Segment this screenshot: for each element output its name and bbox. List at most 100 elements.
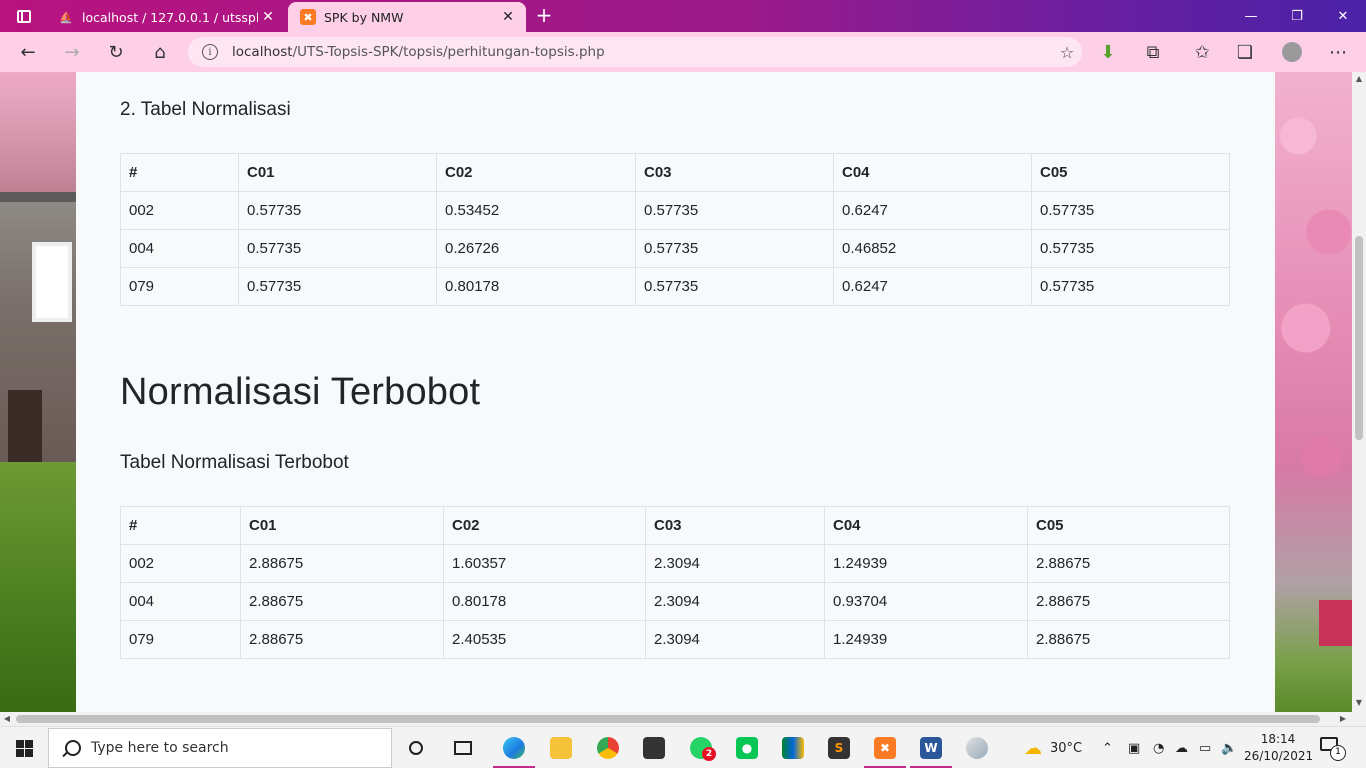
tray-network[interactable]: ◔ bbox=[1153, 727, 1164, 768]
table-cell: 0.57735 bbox=[1031, 191, 1230, 230]
tray-meet-now[interactable]: ▣ bbox=[1128, 727, 1140, 768]
scroll-left-arrow[interactable]: ◀ bbox=[0, 712, 14, 726]
scroll-up-arrow[interactable]: ▲ bbox=[1352, 74, 1366, 86]
meet-icon bbox=[782, 737, 804, 759]
address-bar[interactable]: i localhost/UTS-Topsis-SPK/topsis/perhit… bbox=[188, 37, 1082, 67]
table-cell: 0.57735 bbox=[635, 267, 834, 306]
taskbar-line[interactable]: ● bbox=[724, 727, 770, 768]
close-window-button[interactable]: ✕ bbox=[1320, 0, 1366, 32]
forward-button[interactable]: → bbox=[56, 38, 88, 66]
taskbar-meet[interactable] bbox=[770, 727, 816, 768]
page-viewport: 2. Tabel Normalisasi # C01 C02 C03 C04 C… bbox=[0, 72, 1352, 712]
column-header: C04 bbox=[833, 153, 1032, 192]
column-header: # bbox=[120, 506, 241, 545]
url-text[interactable]: localhost/UTS-Topsis-SPK/topsis/perhitun… bbox=[232, 44, 1052, 60]
house-window bbox=[32, 242, 72, 322]
column-header: C04 bbox=[824, 506, 1028, 545]
normalisasi-table: # C01 C02 C03 C04 C05 002 0.57735 0.5345… bbox=[120, 153, 1230, 306]
vertical-scrollbar[interactable]: ▲ ▼ bbox=[1352, 72, 1366, 712]
show-hidden-icons[interactable]: ⌃ bbox=[1102, 727, 1113, 768]
tray-battery[interactable]: ▭ bbox=[1199, 727, 1211, 768]
home-button[interactable]: ⌂ bbox=[144, 38, 176, 66]
cortana-icon bbox=[409, 741, 423, 755]
extensions-icon[interactable]: ⧉ bbox=[1137, 38, 1169, 66]
taskbar-store[interactable] bbox=[631, 727, 677, 768]
notification-count-badge: 1 bbox=[1330, 745, 1346, 761]
notification-center-button[interactable]: 1 bbox=[1320, 737, 1346, 761]
tab-spk[interactable]: ✖ SPK by NMW ✕ bbox=[288, 2, 526, 32]
taskbar-sublime[interactable]: S bbox=[816, 727, 862, 768]
tab-close-icon[interactable]: ✕ bbox=[498, 9, 518, 25]
table-cell: 2.88675 bbox=[1027, 620, 1230, 659]
weather-widget[interactable]: ☁ 30°C bbox=[1024, 727, 1082, 768]
vertical-scroll-thumb[interactable] bbox=[1355, 236, 1363, 440]
tab-phpmyadmin[interactable]: ⛵ localhost / 127.0.0.1 / utsspktopsis ✕ bbox=[46, 2, 286, 32]
table-cell: 2.88675 bbox=[240, 620, 444, 659]
xampp-icon: ✖ bbox=[874, 737, 896, 759]
taskbar-edge[interactable] bbox=[491, 727, 537, 768]
search-icon bbox=[65, 740, 81, 756]
terbobot-table: # C01 C02 C03 C04 C05 002 2.88675 1.6035… bbox=[120, 506, 1230, 659]
table-cell: 0.57735 bbox=[238, 191, 437, 230]
terbobot-heading: Tabel Normalisasi Terbobot bbox=[120, 452, 349, 473]
column-header: # bbox=[120, 153, 239, 192]
horizontal-scroll-thumb[interactable] bbox=[16, 715, 1320, 723]
tray-volume[interactable]: 🔈 bbox=[1221, 727, 1237, 768]
table-cell: 2.88675 bbox=[240, 582, 444, 621]
edge-icon bbox=[503, 737, 525, 759]
phpmyadmin-icon: ⛵ bbox=[59, 10, 73, 24]
tab-actions-button[interactable] bbox=[8, 4, 40, 28]
table-cell: 2.88675 bbox=[240, 544, 444, 583]
scroll-down-arrow[interactable]: ▼ bbox=[1352, 698, 1366, 710]
column-header: C01 bbox=[238, 153, 437, 192]
word-icon: W bbox=[920, 737, 942, 759]
column-header: C02 bbox=[443, 506, 646, 545]
main-content: 2. Tabel Normalisasi # C01 C02 C03 C04 C… bbox=[76, 72, 1275, 712]
collections-icon[interactable]: ❏ bbox=[1229, 38, 1261, 66]
widgets-button[interactable] bbox=[440, 727, 486, 768]
table-header-row: # C01 C02 C03 C04 C05 bbox=[120, 153, 1230, 192]
task-view-button[interactable] bbox=[393, 727, 439, 768]
clock-date: 26/10/2021 bbox=[1244, 749, 1314, 763]
search-placeholder: Type here to search bbox=[91, 740, 229, 756]
back-button[interactable]: ← bbox=[12, 38, 44, 66]
table-cell: 0.57735 bbox=[635, 191, 834, 230]
taskbar-search-box[interactable]: Type here to search bbox=[48, 728, 392, 768]
taskbar-file-explorer[interactable] bbox=[538, 727, 584, 768]
table-cell: 0.57735 bbox=[635, 229, 834, 268]
taskbar-word[interactable]: W bbox=[908, 727, 954, 768]
folder-icon bbox=[550, 737, 572, 759]
extension-download-icon[interactable]: ⬇ bbox=[1092, 38, 1124, 66]
speaker-icon: 🔈 bbox=[1221, 740, 1238, 756]
restore-button[interactable]: ❐ bbox=[1274, 0, 1320, 32]
favorites-icon[interactable]: ✩ bbox=[1186, 38, 1218, 66]
new-tab-button[interactable]: + bbox=[534, 4, 554, 28]
taskbar-clock[interactable]: 18:14 26/10/2021 bbox=[1244, 731, 1314, 765]
taskbar-chrome[interactable] bbox=[585, 727, 631, 768]
start-button[interactable] bbox=[0, 727, 48, 768]
table-cell: 2.3094 bbox=[645, 582, 825, 621]
tray-onedrive[interactable]: ☁ bbox=[1175, 727, 1188, 768]
settings-menu-icon[interactable]: ⋯ bbox=[1322, 38, 1354, 66]
taskbar-whatsapp[interactable]: 2 bbox=[678, 727, 724, 768]
terbobot-title: Normalisasi Terbobot bbox=[120, 371, 481, 413]
taskbar-paint[interactable] bbox=[954, 727, 1000, 768]
add-favorite-icon[interactable]: ☆ bbox=[1052, 43, 1082, 62]
refresh-button[interactable]: ↻ bbox=[100, 38, 132, 66]
taskbar-xampp[interactable]: ✖ bbox=[862, 727, 908, 768]
table-row: 079 2.88675 2.40535 2.3094 1.24939 2.886… bbox=[120, 620, 1230, 659]
scroll-right-arrow[interactable]: ▶ bbox=[1336, 712, 1350, 726]
normalisasi-heading: 2. Tabel Normalisasi bbox=[120, 99, 291, 120]
minimize-button[interactable]: — bbox=[1228, 0, 1274, 32]
table-cell: 0.53452 bbox=[436, 191, 636, 230]
table-cell: 2.3094 bbox=[645, 544, 825, 583]
table-cell: 1.24939 bbox=[824, 620, 1028, 659]
tab-close-icon[interactable]: ✕ bbox=[258, 9, 278, 25]
profile-avatar[interactable] bbox=[1276, 38, 1308, 66]
table-row: 002 2.88675 1.60357 2.3094 1.24939 2.886… bbox=[120, 544, 1230, 583]
horizontal-scrollbar[interactable]: ◀ ▶ bbox=[0, 712, 1352, 726]
table-cell: 0.57735 bbox=[1031, 267, 1230, 306]
site-info-icon[interactable]: i bbox=[202, 44, 218, 60]
weather-temp: 30°C bbox=[1050, 740, 1083, 756]
column-header: C05 bbox=[1027, 506, 1230, 545]
